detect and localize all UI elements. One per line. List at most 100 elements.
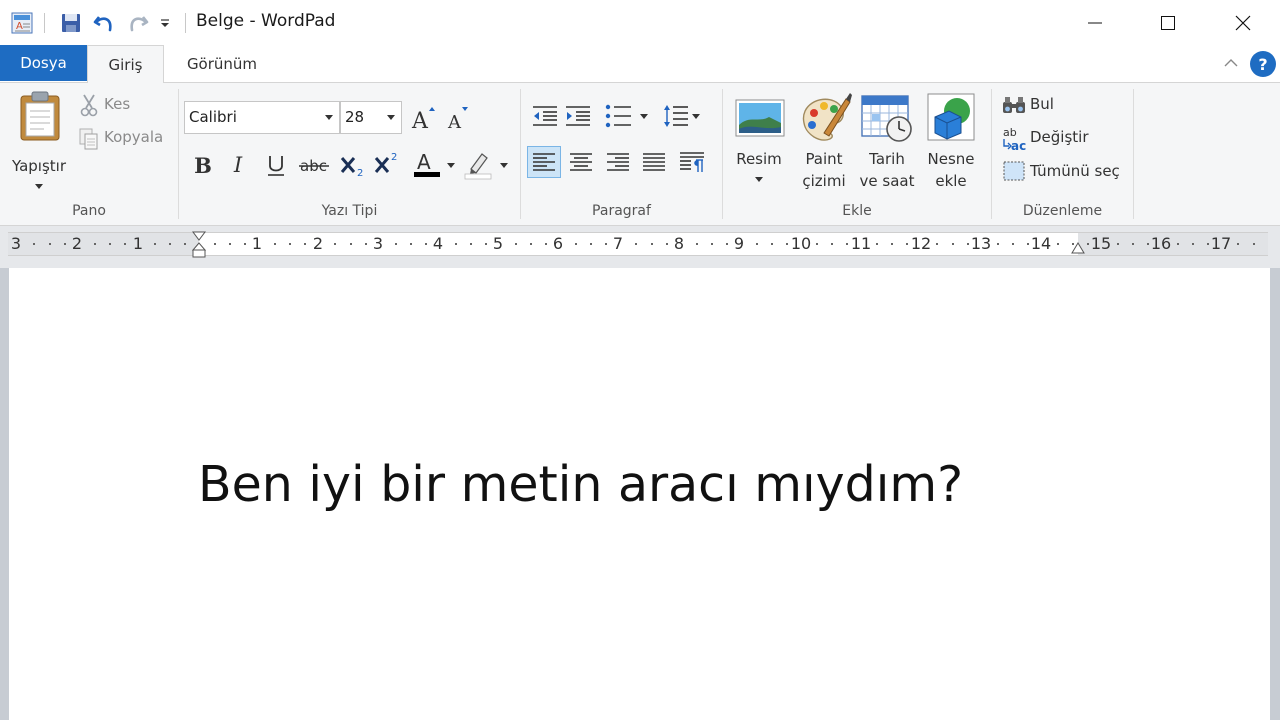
copy-button[interactable]: Kopyala xyxy=(78,126,174,152)
decrease-indent-button[interactable] xyxy=(530,101,560,131)
paragraph-group: Paragraf xyxy=(521,83,722,225)
font-color-button[interactable]: A xyxy=(413,149,455,181)
chevron-down-icon xyxy=(35,184,43,189)
align-center-icon xyxy=(570,153,592,171)
superscript-button[interactable]: 2 xyxy=(373,148,403,178)
bold-button[interactable]: B xyxy=(188,150,218,180)
ruler-tick xyxy=(710,243,713,245)
ruler-tick xyxy=(409,243,412,245)
group-separator xyxy=(1133,89,1134,219)
svg-text:ac: ac xyxy=(1011,139,1026,153)
ruler-tick xyxy=(891,243,894,245)
ruler-tick xyxy=(906,243,909,245)
clipboard-icon xyxy=(20,91,60,141)
ruler-tick xyxy=(1237,243,1240,245)
tab-home[interactable]: Giriş xyxy=(87,45,164,83)
font-family-select[interactable]: Calibri xyxy=(184,101,340,134)
grow-font-button[interactable]: A xyxy=(409,103,439,133)
svg-text:A: A xyxy=(411,109,429,132)
insert-group: Resim Paint çizimi Tarih ve saat Nesne e… xyxy=(723,83,991,225)
ruler-tick xyxy=(244,243,247,245)
underline-button[interactable] xyxy=(261,150,291,180)
highlight-color-button[interactable] xyxy=(464,149,508,181)
tab-view[interactable]: Görünüm xyxy=(168,45,276,82)
shrink-font-button[interactable]: A xyxy=(443,103,473,133)
document-text[interactable]: Ben iyi bir metin aracı mıydım? xyxy=(198,456,963,513)
align-left-button[interactable] xyxy=(527,146,561,178)
ruler-tick xyxy=(1011,243,1014,245)
tab-file[interactable]: Dosya xyxy=(0,45,87,81)
ruler-tick xyxy=(274,243,277,245)
customize-toolbar-icon[interactable] xyxy=(156,0,174,45)
ruler-tick xyxy=(424,243,427,245)
date-time-label-line2: ve saat xyxy=(859,172,915,190)
shrink-font-icon: A xyxy=(447,107,468,132)
save-icon[interactable] xyxy=(58,0,84,45)
wordpad-app-icon[interactable]: A xyxy=(8,0,36,45)
ruler-tick xyxy=(545,243,548,245)
subscript-icon: 2 xyxy=(340,157,363,178)
replace-button[interactable]: ab ac Değiştir xyxy=(1002,125,1128,153)
ruler-number: 1 xyxy=(132,234,144,253)
redo-icon[interactable] xyxy=(124,0,152,45)
paste-button[interactable]: Yapıştır xyxy=(10,91,68,191)
minimize-button[interactable] xyxy=(1072,0,1118,45)
subscript-button[interactable]: 2 xyxy=(339,150,369,180)
svg-text:2: 2 xyxy=(357,168,363,178)
insert-picture-button[interactable]: Resim xyxy=(729,89,789,189)
binoculars-icon xyxy=(1003,97,1025,113)
close-button[interactable] xyxy=(1220,0,1266,45)
italic-button[interactable]: I xyxy=(223,150,253,180)
ruler-tick xyxy=(1192,243,1195,245)
ruler-tick xyxy=(349,243,352,245)
paint-drawing-button[interactable]: Paint çizimi xyxy=(793,89,855,193)
maximize-button[interactable] xyxy=(1145,0,1191,45)
ruler-number: 2 xyxy=(312,234,324,253)
strikethrough-button[interactable]: abc xyxy=(299,150,329,180)
ruler-tick xyxy=(48,243,51,245)
select-all-button[interactable]: Tümünü seç xyxy=(1002,159,1132,185)
ruler-tick xyxy=(1132,243,1135,245)
font-group-label: Yazı Tipi xyxy=(321,203,378,219)
font-size-select[interactable]: 28 xyxy=(340,101,402,134)
bullet-list-button[interactable] xyxy=(605,103,651,133)
align-right-button[interactable] xyxy=(603,147,633,177)
font-group: Calibri 28 A A B I abc 2 2 A Yazı Tipi xyxy=(179,83,520,225)
horizontal-ruler[interactable]: 3 2 1 1 2 3 4 5 6 7 8 9 10 11 12 13 14 1… xyxy=(8,231,1268,259)
paragraph-settings-button[interactable] xyxy=(677,147,707,177)
ruler-number: 15 xyxy=(1090,234,1112,253)
cut-button[interactable]: Kes xyxy=(78,93,168,119)
superscript-icon: 2 xyxy=(374,152,397,173)
ruler-tick xyxy=(168,243,171,245)
date-time-button[interactable]: Tarih ve saat xyxy=(857,89,917,193)
collapse-ribbon-button[interactable] xyxy=(1220,52,1242,74)
object-icon xyxy=(927,93,975,141)
scissors-icon xyxy=(80,94,98,117)
chevron-down-icon xyxy=(447,163,455,168)
right-indent-marker-icon[interactable] xyxy=(1071,239,1085,257)
ruler-number: 1 xyxy=(251,234,263,253)
ruler-tick xyxy=(1056,243,1059,245)
help-button[interactable]: ? xyxy=(1250,51,1276,77)
increase-indent-icon xyxy=(566,106,590,126)
ruler-tick xyxy=(575,243,578,245)
justify-icon xyxy=(643,153,665,171)
justify-button[interactable] xyxy=(639,147,669,177)
insert-object-button[interactable]: Nesne ekle xyxy=(921,89,981,193)
undo-icon[interactable] xyxy=(90,0,118,45)
ruler-number: 5 xyxy=(492,234,504,253)
line-spacing-button[interactable] xyxy=(663,103,703,133)
ruler-tick xyxy=(665,243,668,245)
ruler-tick xyxy=(515,243,518,245)
calendar-clock-icon xyxy=(861,95,912,142)
ruler-tick xyxy=(876,243,879,245)
ruler-tick xyxy=(996,243,999,245)
paragraph-group-label: Paragraf xyxy=(592,203,651,219)
increase-indent-button[interactable] xyxy=(563,101,593,131)
chevron-down-icon xyxy=(500,163,508,168)
ruler-number: 13 xyxy=(970,234,992,253)
indent-marker-icon[interactable] xyxy=(192,231,206,259)
ruler-tick xyxy=(153,243,156,245)
find-button[interactable]: Bul xyxy=(1002,93,1122,119)
align-center-button[interactable] xyxy=(566,147,596,177)
